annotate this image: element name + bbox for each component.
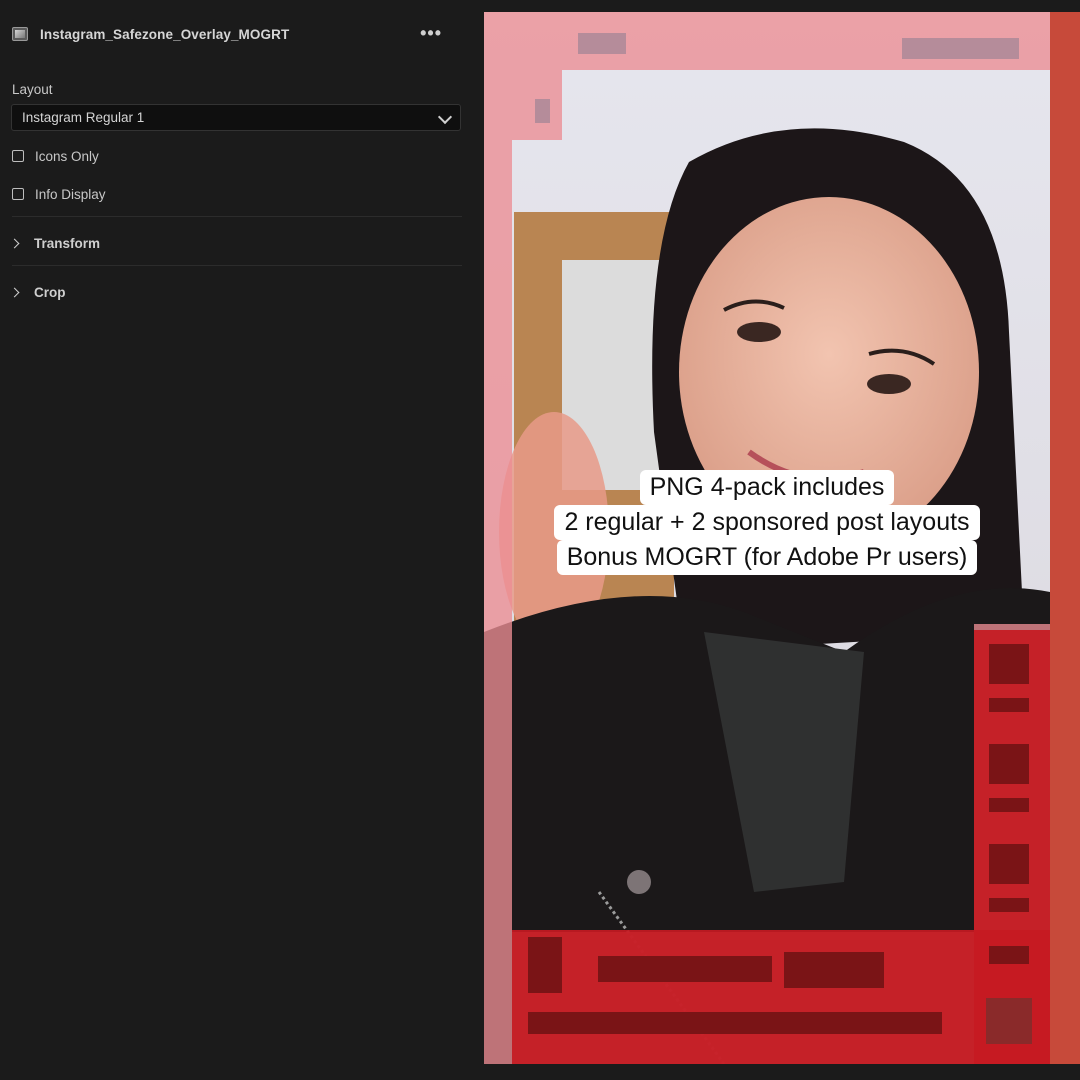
panel-title: Instagram_Safezone_Overlay_MOGRT [40,26,290,42]
mogrt-file-icon [12,27,28,41]
transform-label: Transform [34,235,101,251]
comment-count-placeholder [989,798,1029,812]
username-placeholder [598,956,772,982]
jacket-snap [627,870,651,894]
crop-label: Crop [34,284,66,300]
caption-line-2: 2 regular + 2 sponsored post layouts [554,505,980,540]
more-icon-placeholder [989,946,1029,964]
top-bar-menu-placeholder [902,38,1019,59]
follow-button-placeholder [784,952,884,988]
preview-overflow-strip [1050,12,1080,1064]
transform-group-toggle[interactable]: Transform [9,233,101,253]
top-left-icon-placeholder [535,99,550,123]
like-count-placeholder [989,698,1029,712]
share-icon-placeholder [989,844,1029,884]
promo-caption: PNG 4-pack includes 2 regular + 2 sponso… [484,470,1050,575]
top-bar-username-placeholder [578,33,626,54]
left-eye [737,322,781,342]
layout-label: Layout [12,82,53,97]
chevron-right-icon[interactable] [9,238,20,248]
layout-dropdown[interactable]: Instagram Regular 1 [11,104,461,131]
divider [12,265,462,266]
icons-only-label: Icons Only [35,148,99,164]
audio-thumb-placeholder [986,998,1032,1044]
caption-line-1: PNG 4-pack includes [639,470,895,505]
essential-graphics-panel: Instagram_Safezone_Overlay_MOGRT ••• Lay… [0,0,472,1080]
divider [12,216,462,217]
share-count-placeholder [989,898,1029,912]
program-monitor-preview: PNG 4-pack includes 2 regular + 2 sponso… [484,12,1050,1064]
like-icon-placeholder [989,644,1029,684]
panel-header: Instagram_Safezone_Overlay_MOGRT ••• [12,22,462,46]
caption-line-3: Bonus MOGRT (for Adobe Pr users) [556,540,978,575]
crop-group-toggle[interactable]: Crop [9,282,66,302]
chevron-down-icon [437,109,453,125]
avatar-placeholder [528,937,562,993]
icons-only-checkbox[interactable]: Icons Only [12,147,99,165]
chevron-right-icon[interactable] [9,287,20,297]
caption-text-placeholder [528,1012,942,1034]
checkbox-box[interactable] [12,188,24,200]
comment-icon-placeholder [989,744,1029,784]
info-display-label: Info Display [35,186,106,202]
right-eye [867,374,911,394]
checkbox-box[interactable] [12,150,24,162]
layout-dropdown-value: Instagram Regular 1 [22,110,145,125]
safezone-red-bottom-bar [512,930,1050,1064]
info-display-checkbox[interactable]: Info Display [12,185,106,203]
more-horizontal-icon[interactable]: ••• [420,23,442,44]
